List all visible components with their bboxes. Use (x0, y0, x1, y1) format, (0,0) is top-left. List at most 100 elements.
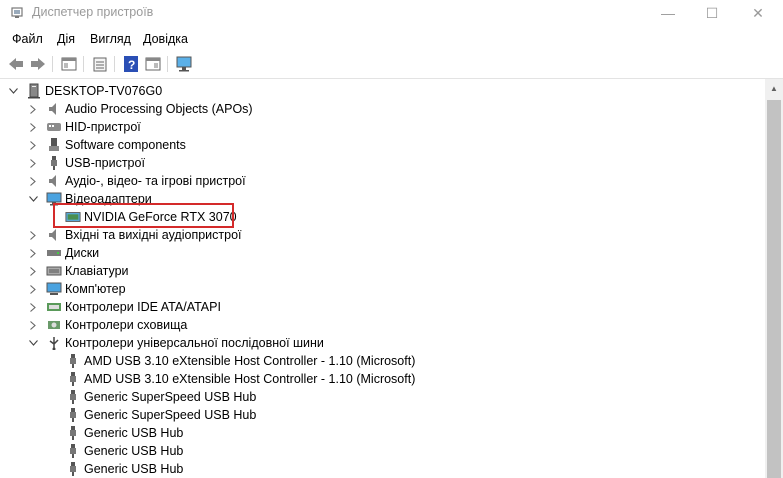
chevron-right-icon[interactable] (28, 230, 38, 240)
tree-item-label: HID-пристрої (65, 120, 141, 134)
title-bar: Диспетчер пристроїв — ☐ ✕ (0, 0, 783, 26)
tree-item-label: Контролери сховища (65, 318, 188, 332)
usb-plug-icon (65, 461, 81, 477)
menu-file[interactable]: Файл (12, 32, 43, 46)
usb-controller-icon (46, 335, 62, 351)
menu-action[interactable]: Дія (57, 32, 75, 46)
computer-icon (26, 83, 42, 99)
vertical-scrollbar[interactable]: ▲ (765, 79, 783, 478)
tree-item-label: Generic SuperSpeed USB Hub (84, 408, 257, 422)
speaker-icon (46, 227, 62, 243)
maximize-button[interactable]: ☐ (689, 0, 735, 26)
resources-view-icon[interactable] (143, 54, 163, 74)
chevron-right-icon[interactable] (28, 248, 38, 258)
tree-item-label: Generic USB Hub (84, 462, 184, 476)
tree-item-label: Generic SuperSpeed USB Hub (84, 390, 257, 404)
speaker-icon (46, 173, 62, 189)
scrollbar-thumb[interactable] (767, 100, 781, 478)
usb-plug-icon (65, 371, 81, 387)
tree-item-label: Generic USB Hub (84, 426, 184, 440)
usb-plug-icon (46, 155, 62, 171)
svg-text:?: ? (128, 58, 135, 72)
tree-category-item[interactable]: Диски (28, 244, 99, 262)
tree-category-item[interactable]: USB-пристрої (28, 154, 145, 172)
menu-bar: Файл Дія Вигляд Довідка (0, 28, 783, 50)
toolbar-separator (83, 56, 84, 72)
tree-item-label: Software components (65, 138, 186, 152)
minimize-button[interactable]: — (645, 0, 691, 26)
tree-device-item[interactable]: Generic USB Hub (65, 460, 183, 478)
tree-root[interactable]: DESKTOP-TV076G0 (8, 82, 162, 100)
tree-category-item[interactable]: Комп'ютер (28, 280, 126, 298)
usb-plug-icon (65, 389, 81, 405)
tree-device-item[interactable]: Generic USB Hub (65, 442, 183, 460)
tree-root-label: DESKTOP-TV076G0 (45, 84, 163, 98)
tree-category-item[interactable]: Контролери сховища (28, 316, 187, 334)
chevron-down-icon[interactable] (8, 86, 18, 96)
tree-item-label: USB-пристрої (65, 156, 145, 170)
chevron-right-icon[interactable] (28, 176, 38, 186)
tree-item-label: Контролери універсальної послідовної шин… (65, 336, 324, 350)
tree-item-label: Audio Processing Objects (APOs) (65, 102, 253, 116)
details-list-icon[interactable] (90, 54, 110, 74)
toolbar-separator (114, 56, 115, 72)
tree-item-label: Вхідні та вихідні аудіопристрої (65, 228, 242, 242)
tree-item-label: Контролери IDE ATA/ATAPI (65, 300, 221, 314)
tree-category-item[interactable]: Контролери універсальної послідовної шин… (28, 334, 324, 352)
menu-view[interactable]: Вигляд (90, 32, 131, 46)
tree-item-label: Generic USB Hub (84, 444, 184, 458)
toolbar: ? (0, 50, 783, 79)
hid-icon (46, 119, 62, 135)
tree-category-item[interactable]: Контролери IDE ATA/ATAPI (28, 298, 221, 316)
device-manager-icon (10, 5, 24, 19)
tree-category-item[interactable]: Аудіо-, відео- та ігрові пристрої (28, 172, 246, 190)
tree-category-item[interactable]: Клавіатури (28, 262, 129, 280)
tree-item-label: Клавіатури (65, 264, 129, 278)
chevron-right-icon[interactable] (28, 302, 38, 312)
ide-controller-icon (46, 299, 62, 315)
tree-category-item[interactable]: HID-пристрої (28, 118, 141, 136)
close-button[interactable]: ✕ (735, 0, 781, 26)
scroll-up-arrow-icon[interactable]: ▲ (765, 79, 783, 97)
usb-plug-icon (65, 425, 81, 441)
highlight-annotation (53, 203, 234, 228)
software-component-icon (46, 137, 62, 153)
menu-help[interactable]: Довідка (143, 32, 188, 46)
toolbar-separator (167, 56, 168, 72)
usb-plug-icon (65, 353, 81, 369)
computer-icon (46, 281, 62, 297)
window-title: Диспетчер пристроїв (32, 5, 154, 19)
keyboard-icon (46, 263, 62, 279)
disk-drive-icon (46, 245, 62, 261)
tree-item-label: Комп'ютер (65, 282, 126, 296)
tree-device-item[interactable]: Generic USB Hub (65, 424, 183, 442)
chevron-right-icon[interactable] (28, 284, 38, 294)
tree-category-item[interactable]: Software components (28, 136, 186, 154)
tree-device-item[interactable]: Generic SuperSpeed USB Hub (65, 388, 256, 406)
help-icon[interactable]: ? (121, 54, 141, 74)
chevron-down-icon[interactable] (28, 194, 38, 204)
tree-item-label: Диски (65, 246, 100, 260)
chevron-right-icon[interactable] (28, 266, 38, 276)
tree-device-item[interactable]: Generic SuperSpeed USB Hub (65, 406, 256, 424)
tree-category-item[interactable]: Вхідні та вихідні аудіопристрої (28, 226, 242, 244)
storage-controller-icon (46, 317, 62, 333)
chevron-right-icon[interactable] (28, 104, 38, 114)
usb-plug-icon (65, 443, 81, 459)
chevron-right-icon[interactable] (28, 320, 38, 330)
speaker-icon (46, 101, 62, 117)
chevron-down-icon[interactable] (28, 338, 38, 348)
usb-plug-icon (65, 407, 81, 423)
tree-device-item[interactable]: AMD USB 3.10 eXtensible Host Controller … (65, 370, 415, 388)
tree-category-item[interactable]: Audio Processing Objects (APOs) (28, 100, 253, 118)
scan-hardware-monitor-icon[interactable] (174, 54, 194, 74)
tree-item-label: Аудіо-, відео- та ігрові пристрої (65, 174, 246, 188)
chevron-right-icon[interactable] (28, 122, 38, 132)
properties-window-icon[interactable] (59, 54, 79, 74)
forward-arrow-icon[interactable] (28, 54, 48, 74)
chevron-right-icon[interactable] (28, 140, 38, 150)
tree-item-label: AMD USB 3.10 eXtensible Host Controller … (84, 354, 416, 368)
chevron-right-icon[interactable] (28, 158, 38, 168)
tree-device-item[interactable]: AMD USB 3.10 eXtensible Host Controller … (65, 352, 415, 370)
back-arrow-icon[interactable] (6, 54, 26, 74)
